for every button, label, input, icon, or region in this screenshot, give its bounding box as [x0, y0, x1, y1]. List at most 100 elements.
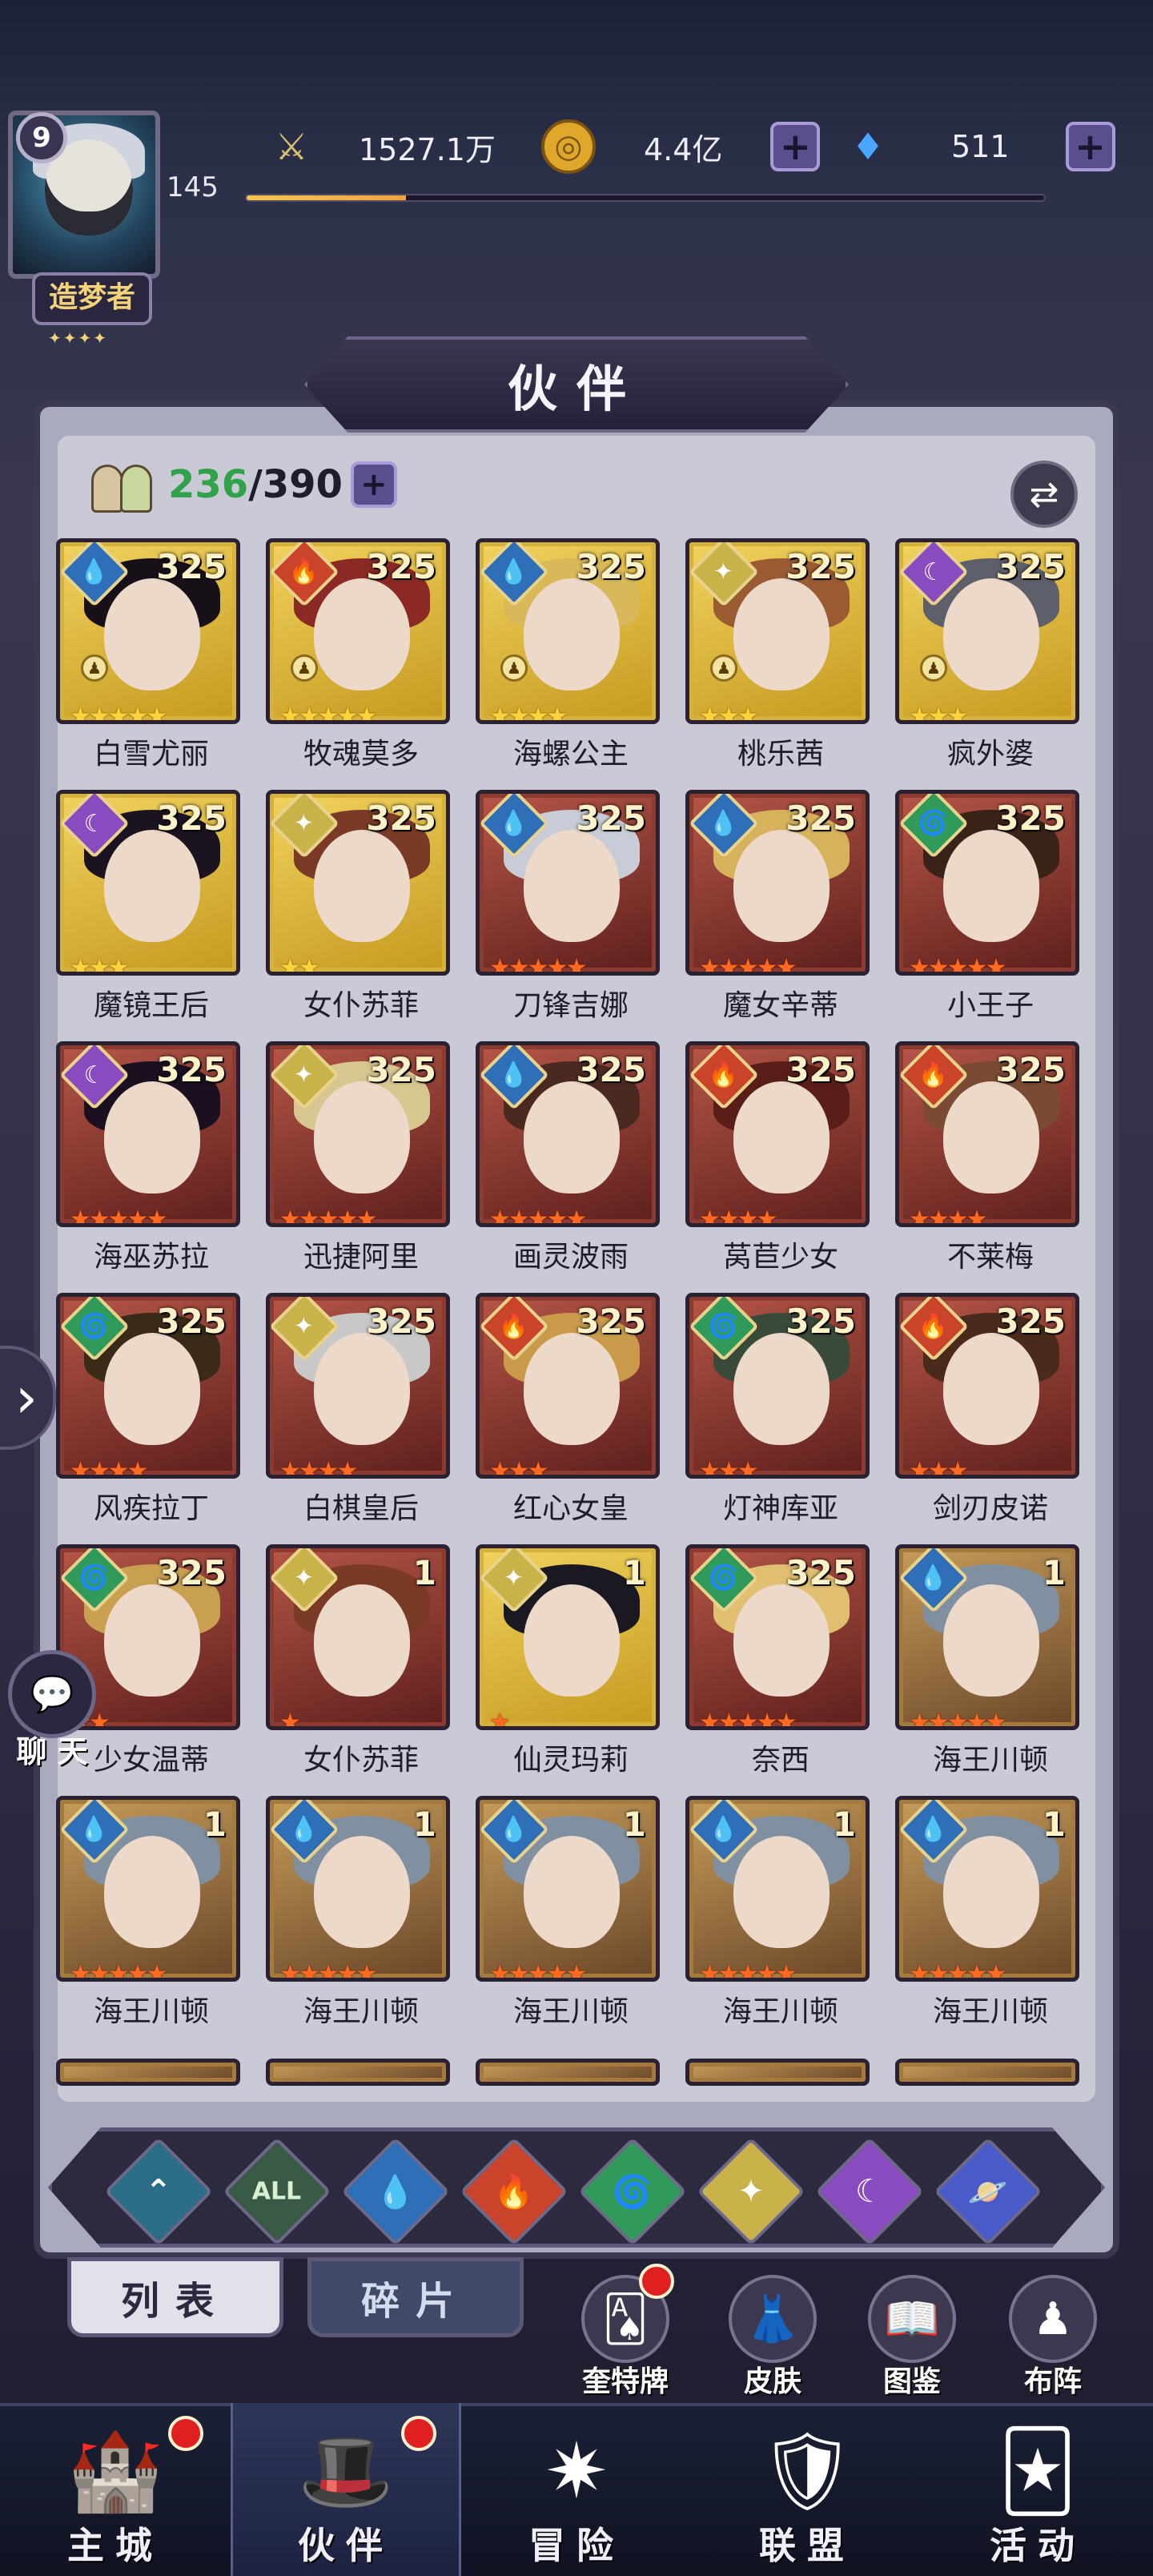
add-gold-button[interactable]: +	[770, 122, 821, 171]
hero-name: 刀锋吉娜	[512, 989, 629, 1022]
hero-card[interactable]: 🔥 325 ★★★ 剑刃皮诺	[889, 1293, 1081, 1533]
hero-portrait: 🌀 325 ★★★★★	[895, 790, 1079, 976]
hero-level: 1	[1042, 1553, 1066, 1592]
hero-stars: ★★★	[909, 702, 969, 724]
hero-level: 325	[576, 1050, 646, 1089]
hero-stars: ★★★★★	[699, 1709, 797, 1730]
hero-card[interactable]: 💧 325 ♟ ★★★★★ 白雪尤丽	[50, 538, 242, 779]
hero-face	[733, 830, 830, 942]
hero-stars: ★★★★	[909, 1205, 988, 1227]
hero-card-partial[interactable]	[56, 2059, 240, 2086]
side-button-2[interactable]: 📖 图鉴	[860, 2275, 964, 2403]
hero-name: 风疾拉丁	[93, 1492, 209, 1525]
rank-pawn-icon: ♟	[81, 654, 108, 682]
hero-card[interactable]: 💧 1 ★★★★★ 海王川顿	[469, 1796, 661, 2036]
sort-swap-button[interactable]: ⇄	[1010, 461, 1078, 528]
top-hud: 9 145 ⚔ 1527.1万 ◎ 4.4亿 + ♦ 511 +	[0, 0, 1153, 279]
notification-dot	[639, 2264, 674, 2299]
hero-card[interactable]: 🔥 325 ★★★ 红心女皇	[469, 1293, 661, 1533]
rank-pawn-icon: ♟	[291, 654, 318, 682]
hero-card[interactable]: ☾ 325 ♟ ★★★ 疯外婆	[889, 538, 1081, 779]
nav-item-1[interactable]: 🎩 伙伴	[231, 2403, 461, 2576]
hero-card[interactable]: 🌀 325 ★★★★★ 奈西	[679, 1544, 871, 1785]
add-gem-button[interactable]: +	[1065, 122, 1115, 171]
hero-card[interactable]: ✦ 325 ★★ 女仆苏菲	[259, 790, 452, 1030]
hero-name: 海王川顿	[93, 1995, 209, 2028]
side-button-1[interactable]: 👗 皮肤	[721, 2275, 825, 2403]
nav-item-4[interactable]: 🃏 活动	[922, 2403, 1153, 2576]
hero-name: 仙灵玛莉	[512, 1744, 629, 1777]
hero-card[interactable]: 🌀 325 ★★★★ 风疾拉丁	[50, 1293, 242, 1533]
hero-card[interactable]: ☾ 325 ★★★★★ 海巫苏拉	[50, 1041, 242, 1282]
hero-stars: ★★★★★	[279, 702, 377, 724]
hero-card[interactable]: ✦ 325 ★★★★★ 迅捷阿里	[259, 1041, 452, 1282]
rank-pawn-icon: ♟	[710, 654, 737, 682]
hero-card[interactable]: 💧 325 ★★★★★ 画灵波雨	[469, 1041, 661, 1282]
tab-list[interactable]: 列表	[67, 2257, 283, 2337]
hero-level: 325	[785, 799, 856, 838]
hero-face	[733, 1333, 830, 1445]
expand-capacity-button[interactable]: +	[350, 461, 397, 508]
chat-bubble-icon: 💬	[8, 1650, 96, 1738]
hero-stars: ★★★★	[70, 1457, 149, 1479]
partner-count: 236/390 +	[88, 457, 397, 513]
hero-portrait: 💧 1 ★★★★★	[895, 1544, 1079, 1730]
hero-card[interactable]: ☾ 325 ★★★ 魔镜王后	[50, 790, 242, 1030]
hero-card[interactable]: 💧 1 ★★★★★ 海王川顿	[889, 1796, 1081, 2036]
hero-portrait: 💧 325 ★★★★★	[685, 790, 870, 976]
chat-button[interactable]: 💬 聊 天	[8, 1650, 96, 1769]
people-icon	[88, 457, 160, 513]
tab-fragments[interactable]: 碎片	[307, 2257, 524, 2337]
hero-name: 魔镜王后	[93, 989, 209, 1022]
nav-icon: 🎩	[298, 2425, 394, 2516]
power-value: 1527.1万	[359, 131, 496, 167]
hero-card[interactable]: ✦ 1 ★ 女仆苏菲	[259, 1544, 452, 1785]
hero-card-partial[interactable]	[476, 2059, 660, 2086]
nav-item-2[interactable]: ✷ 冒险	[461, 2403, 692, 2576]
hero-portrait: 💧 325 ♟ ★★★★★	[56, 538, 240, 724]
nav-item-0[interactable]: 🏰 主城	[0, 2403, 231, 2576]
hero-card[interactable]: ✦ 1 ★ 仙灵玛莉	[469, 1544, 661, 1785]
player-title-badge[interactable]: 造梦者	[32, 272, 152, 325]
hero-card[interactable]: 💧 325 ★★★★★ 魔女辛蒂	[679, 790, 871, 1030]
side-button-0[interactable]: 🂡 奎特牌	[573, 2264, 677, 2403]
hero-card-partial[interactable]	[685, 2059, 870, 2086]
hero-face	[314, 578, 410, 690]
hero-card[interactable]: 🔥 325 ★★★★ 不莱梅	[889, 1041, 1081, 1282]
hero-name: 迅捷阿里	[303, 1241, 419, 1274]
hero-stars: ★★★★★	[699, 1960, 797, 1982]
hero-card[interactable]: 💧 1 ★★★★★ 海王川顿	[50, 1796, 242, 2036]
hero-card[interactable]: 🔥 325 ★★★★ 莴苣少女	[679, 1041, 871, 1282]
hero-card[interactable]: 💧 325 ♟ ★★★★ 海螺公主	[469, 538, 661, 779]
hero-card[interactable]: ✦ 325 ★★★★ 白棋皇后	[259, 1293, 452, 1533]
hero-card-partial[interactable]	[266, 2059, 450, 2086]
hero-portrait: 🔥 325 ★★★	[895, 1293, 1079, 1479]
hero-portrait: 💧 325 ★★★★★	[476, 1041, 660, 1227]
nav-label: 伙伴	[298, 2524, 394, 2567]
side-button-3[interactable]: ♟ 布阵	[1001, 2275, 1105, 2403]
hero-portrait: 💧 325 ♟ ★★★★	[476, 538, 660, 724]
hero-card[interactable]: 🔥 325 ♟ ★★★★★ 牧魂莫多	[259, 538, 452, 779]
hero-card[interactable]: 🌀 325 ★★★ 灯神库亚	[679, 1293, 871, 1533]
hero-face	[314, 1081, 410, 1193]
diamond-icon: ♦	[851, 125, 885, 168]
hero-card[interactable]: 💧 325 ★★★★★ 刀锋吉娜	[469, 790, 661, 1030]
hero-card[interactable]: 💧 1 ★★★★★ 海王川顿	[889, 1544, 1081, 1785]
hero-portrait: ☾ 325 ★★★	[56, 790, 240, 976]
hero-level: 1	[412, 1805, 436, 1844]
hero-stars: ★★★★★	[909, 1709, 1006, 1730]
hero-level: 325	[576, 1302, 646, 1341]
exp-progress-fill	[247, 195, 407, 200]
hero-card-partial[interactable]	[895, 2059, 1079, 2086]
hero-stars: ★★★★★	[909, 954, 1006, 976]
hero-card[interactable]: ✦ 325 ♟ ★★★ 桃乐茜	[679, 538, 871, 779]
hero-face	[314, 1584, 410, 1697]
hero-level: 1	[832, 1805, 856, 1844]
side-button-label: 奎特牌	[581, 2365, 669, 2398]
hero-card[interactable]: 💧 1 ★★★★★ 海王川顿	[259, 1796, 452, 2036]
hero-card[interactable]: 🌀 325 ★★★★★ 小王子	[889, 790, 1081, 1030]
hero-card[interactable]: 💧 1 ★★★★★ 海王川顿	[679, 1796, 871, 2036]
nav-item-3[interactable]: 🛡 联盟	[692, 2403, 922, 2576]
hero-stars: ★★★★	[699, 1205, 778, 1227]
hero-level: 1	[1042, 1805, 1066, 1844]
